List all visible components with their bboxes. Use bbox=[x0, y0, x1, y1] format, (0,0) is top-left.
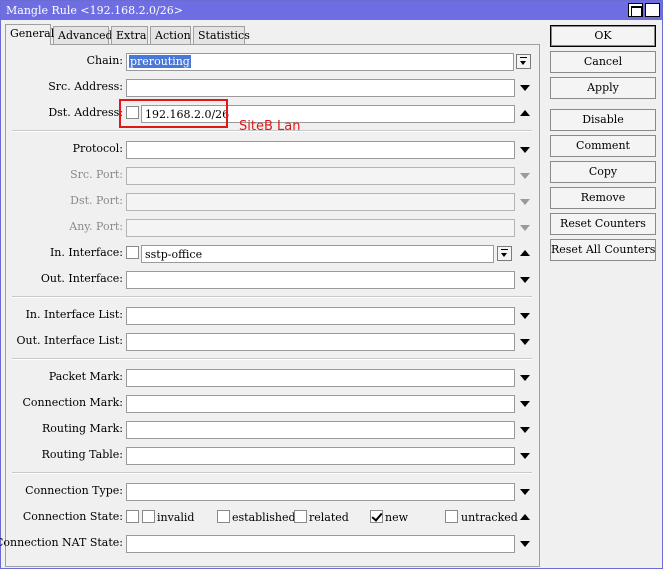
dst-port-field[interactable] bbox=[126, 193, 515, 211]
protocol-label: Protocol: bbox=[72, 142, 123, 155]
in-interface-field[interactable]: sstp-office bbox=[141, 245, 494, 263]
out-interface-field[interactable] bbox=[126, 271, 515, 289]
src-address-label: Src. Address: bbox=[48, 80, 123, 93]
tab-advanced[interactable]: Advanced bbox=[53, 26, 113, 44]
copy-button[interactable]: Copy bbox=[550, 161, 656, 183]
connection-mark-label: Connection Mark: bbox=[22, 396, 123, 409]
out-interface-list-label: Out. Interface List: bbox=[16, 334, 123, 347]
connection-state-collapse-icon[interactable] bbox=[520, 514, 530, 520]
routing-table-label: Routing Table: bbox=[41, 448, 123, 461]
state-new-checkbox[interactable] bbox=[370, 510, 383, 523]
connection-nat-state-field[interactable] bbox=[126, 535, 515, 553]
in-interface-dropdown-icon[interactable] bbox=[497, 246, 512, 261]
protocol-field[interactable] bbox=[126, 141, 515, 159]
out-interface-dropdown-icon[interactable] bbox=[520, 277, 530, 283]
packet-mark-field[interactable] bbox=[126, 369, 515, 387]
packet-mark-dropdown-icon[interactable] bbox=[520, 375, 530, 381]
in-interface-value: sstp-office bbox=[145, 248, 203, 261]
chain-field[interactable]: prerouting bbox=[126, 53, 514, 71]
connection-type-dropdown-icon[interactable] bbox=[520, 489, 530, 495]
any-port-label: Any. Port: bbox=[69, 220, 123, 233]
apply-button[interactable]: Apply bbox=[550, 77, 656, 99]
window-title: Mangle Rule <192.168.2.0/26> bbox=[6, 4, 183, 17]
tab-action[interactable]: Action bbox=[150, 26, 191, 44]
state-invalid-checkbox[interactable] bbox=[142, 510, 155, 523]
chain-value: prerouting bbox=[129, 55, 191, 68]
state-invalid-label: invalid bbox=[157, 511, 195, 524]
any-port-dropdown-icon[interactable] bbox=[520, 225, 530, 231]
title-bar[interactable]: Mangle Rule <192.168.2.0/26> ✕ bbox=[1, 1, 662, 20]
state-related-label: related bbox=[309, 511, 349, 524]
src-port-label: Src. Port: bbox=[70, 168, 123, 181]
annotation-label: SiteB Lan bbox=[239, 119, 301, 134]
dst-port-label: Dst. Port: bbox=[70, 194, 123, 207]
src-address-field[interactable] bbox=[126, 79, 515, 97]
mangle-rule-window: Mangle Rule <192.168.2.0/26> ✕ General A… bbox=[0, 0, 663, 569]
connection-type-label: Connection Type: bbox=[25, 484, 123, 497]
dst-address-label: Dst. Address: bbox=[48, 106, 123, 119]
state-established-checkbox[interactable] bbox=[217, 510, 230, 523]
out-interface-list-dropdown-icon[interactable] bbox=[520, 339, 530, 345]
out-interface-label: Out. Interface: bbox=[40, 272, 123, 285]
remove-button[interactable]: Remove bbox=[550, 187, 656, 209]
state-untracked-label: untracked bbox=[461, 511, 518, 524]
src-address-dropdown-icon[interactable] bbox=[520, 85, 530, 91]
comment-button[interactable]: Comment bbox=[550, 135, 656, 157]
any-port-field[interactable] bbox=[126, 219, 515, 237]
separator bbox=[12, 358, 532, 360]
tab-statistics[interactable]: Statistics bbox=[193, 26, 250, 44]
tab-extra[interactable]: Extra bbox=[111, 26, 148, 44]
close-button[interactable]: ✕ bbox=[645, 3, 660, 17]
separator bbox=[12, 296, 532, 298]
maximize-button[interactable] bbox=[628, 3, 643, 17]
connection-mark-field[interactable] bbox=[126, 395, 515, 413]
tab-general[interactable]: General bbox=[5, 24, 54, 45]
state-related-checkbox[interactable] bbox=[294, 510, 307, 523]
state-untracked-checkbox[interactable] bbox=[445, 510, 458, 523]
routing-mark-dropdown-icon[interactable] bbox=[520, 427, 530, 433]
disable-button[interactable]: Disable bbox=[550, 109, 656, 131]
connection-state-label: Connection State: bbox=[22, 510, 123, 523]
reset-counters-button[interactable]: Reset Counters bbox=[550, 213, 656, 235]
in-interface-list-label: In. Interface List: bbox=[25, 308, 123, 321]
routing-mark-label: Routing Mark: bbox=[41, 422, 123, 435]
separator bbox=[12, 472, 532, 474]
in-interface-collapse-icon[interactable] bbox=[520, 250, 530, 256]
src-port-dropdown-icon[interactable] bbox=[520, 173, 530, 179]
annotation-highlight-box bbox=[119, 99, 228, 128]
dst-address-collapse-icon[interactable] bbox=[520, 110, 530, 116]
connection-state-negate-checkbox[interactable] bbox=[126, 510, 139, 523]
packet-mark-label: Packet Mark: bbox=[48, 370, 123, 383]
out-interface-list-field[interactable] bbox=[126, 333, 515, 351]
in-interface-list-dropdown-icon[interactable] bbox=[520, 313, 530, 319]
connection-type-field[interactable] bbox=[126, 483, 515, 501]
routing-mark-field[interactable] bbox=[126, 421, 515, 439]
state-new-label: new bbox=[385, 511, 409, 524]
connection-nat-state-dropdown-icon[interactable] bbox=[520, 541, 530, 547]
dst-port-dropdown-icon[interactable] bbox=[520, 199, 530, 205]
src-port-field[interactable] bbox=[126, 167, 515, 185]
connection-mark-dropdown-icon[interactable] bbox=[520, 401, 530, 407]
connection-nat-state-label: Connection NAT State: bbox=[0, 536, 123, 549]
routing-table-dropdown-icon[interactable] bbox=[520, 453, 530, 459]
routing-table-field[interactable] bbox=[126, 447, 515, 465]
reset-all-counters-button[interactable]: Reset All Counters bbox=[550, 239, 656, 261]
protocol-dropdown-icon[interactable] bbox=[520, 147, 530, 153]
chain-dropdown-icon[interactable] bbox=[516, 54, 531, 69]
chain-label: Chain: bbox=[86, 54, 123, 67]
in-interface-negate-checkbox[interactable] bbox=[126, 246, 139, 259]
state-established-label: established bbox=[232, 511, 296, 524]
in-interface-list-field[interactable] bbox=[126, 307, 515, 325]
ok-button[interactable]: OK bbox=[550, 25, 656, 47]
cancel-button[interactable]: Cancel bbox=[550, 51, 656, 73]
in-interface-label: In. Interface: bbox=[49, 246, 123, 259]
